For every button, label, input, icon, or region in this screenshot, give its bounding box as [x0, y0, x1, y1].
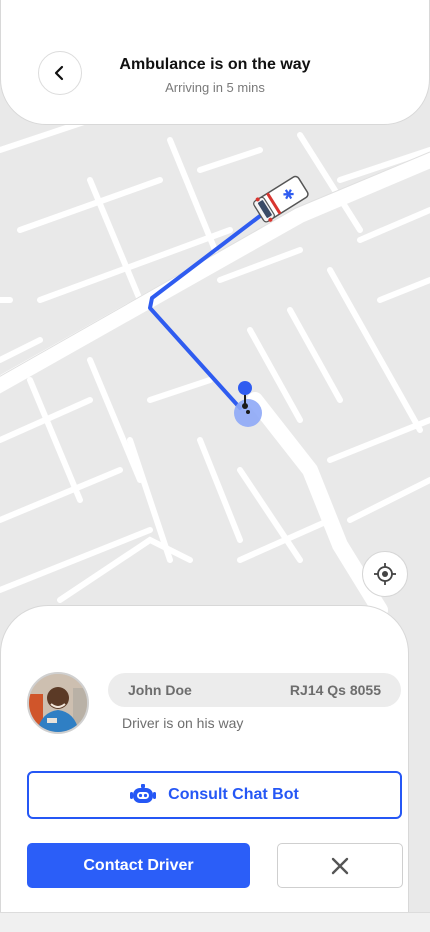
recenter-button[interactable] — [362, 551, 408, 597]
bottom-edge — [0, 912, 430, 932]
close-icon — [331, 857, 349, 874]
contact-driver-button[interactable]: Contact Driver — [27, 843, 250, 888]
consult-chat-bot-button[interactable]: Consult Chat Bot — [27, 771, 402, 819]
chat-bot-label: Consult Chat Bot — [168, 786, 299, 803]
eta-subtitle: Arriving in 5 mins — [165, 80, 265, 95]
crosshair-icon — [374, 563, 396, 585]
cancel-button[interactable] — [277, 843, 403, 888]
header-card: Ambulance is on the way Arriving in 5 mi… — [0, 0, 430, 125]
page-title: Ambulance is on the way — [119, 56, 311, 73]
destination-pin — [238, 381, 252, 395]
driver-name: John Doe — [128, 682, 192, 698]
driver-avatar — [27, 672, 89, 734]
robot-icon — [130, 784, 157, 803]
vehicle-plate: RJ14 Qs 8055 — [289, 682, 381, 698]
driver-status: Driver is on his way — [122, 715, 244, 731]
